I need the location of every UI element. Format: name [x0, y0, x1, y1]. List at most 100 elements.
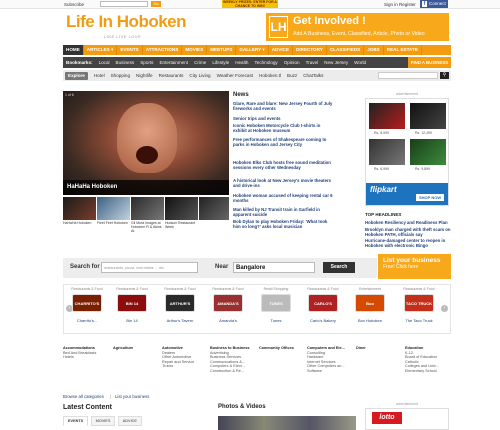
subcategory-link[interactable]: Software	[307, 369, 347, 374]
get-involved-banner[interactable]: LH Get Involved ! Add A Business, Event,…	[266, 13, 449, 41]
slide-thumb[interactable]	[199, 197, 229, 220]
sign-in-link[interactable]: Sign in	[384, 2, 398, 7]
ad-product-image[interactable]	[369, 103, 405, 129]
news-link[interactable]: Iconic Hoboken Motorcycle Club t-shirts …	[233, 123, 333, 133]
search-input[interactable]: restaurants, pizza, real estate ... etc	[101, 262, 198, 273]
list-your-business-banner[interactable]: List your business Free! Click here	[378, 254, 451, 279]
explore-search-input[interactable]	[378, 72, 438, 79]
nav-real-estate[interactable]: REAL ESTATE	[384, 45, 422, 55]
bookmark-business[interactable]: Business	[113, 60, 138, 65]
listing-logo[interactable]: TACO TRUCK	[404, 294, 434, 312]
listing-logo[interactable]: ARTHUR'S	[165, 294, 195, 312]
site-logo[interactable]: Life In Hoboken	[66, 13, 187, 31]
bookmark-crime[interactable]: Crime	[191, 60, 209, 65]
nav-articles[interactable]: ARTICLES ▾	[84, 45, 118, 55]
search-icon[interactable]: ⚲	[440, 72, 449, 79]
subscribe-go-button[interactable]: Go	[151, 1, 161, 7]
headline-link[interactable]: Hurricane-damaged center to reopen in Ho…	[365, 238, 453, 248]
news-link[interactable]: Bob Dylan to play Hoboken Friday: 'What …	[233, 219, 333, 229]
facebook-connect-button[interactable]: f Connect	[420, 0, 448, 8]
headline-link[interactable]: Hoboken Resiliency and Readiness Plan	[365, 220, 453, 225]
explore-weather[interactable]: Weather Forecast	[214, 73, 256, 78]
category-title-link[interactable]: Community Offices	[259, 346, 299, 351]
news-link[interactable]: Free performances of Shakespeare coming …	[233, 137, 333, 147]
listing-logo[interactable]: AMANDA'S	[213, 294, 243, 312]
nav-events[interactable]: EVENTS	[117, 45, 143, 55]
headline-link[interactable]: Brooklyn man charged with theft scam on …	[365, 227, 453, 237]
tab-advice[interactable]: ADVICE	[117, 416, 142, 426]
slide-thumb[interactable]	[63, 197, 96, 220]
listing-logo[interactable]: CARLO'S	[308, 294, 338, 312]
explore-chattalks[interactable]: ChatTalks	[300, 73, 326, 78]
ad-product-image[interactable]	[410, 139, 446, 165]
near-location-input[interactable]: Bangalore	[233, 262, 315, 273]
bookmark-health[interactable]: Health	[232, 60, 251, 65]
nav-movies[interactable]: MOVIES	[182, 45, 208, 55]
subscribe-email-input[interactable]	[100, 1, 148, 7]
promo-banner[interactable]: WEEKLY PRIZES: ENTER FOR A CHANCE TO WIN…	[222, 0, 278, 8]
find-a-business-button[interactable]: FIND A BUSINESS	[407, 57, 451, 68]
category-title-link[interactable]: Computers and Ele...	[307, 346, 347, 351]
explore-buzz[interactable]: Buzz	[284, 73, 300, 78]
nav-advice[interactable]: ADVICE	[269, 45, 294, 55]
bookmark-new-jersey[interactable]: New Jersey	[321, 60, 351, 65]
slide-thumb[interactable]	[165, 197, 198, 220]
bookmark-opinion[interactable]: Opinion	[281, 60, 303, 65]
listing-name-link[interactable]: The Taco Truck	[397, 318, 441, 323]
slide-thumb[interactable]	[131, 197, 164, 220]
subcategory-link[interactable]: Construction & Re...	[210, 369, 250, 374]
search-button[interactable]: Search	[323, 262, 355, 273]
listing-name-link[interactable]: Amanda's	[206, 318, 250, 323]
listing-name-link[interactable]: Carlo's Bakery	[301, 318, 345, 323]
flipkart-ad[interactable]: Rs. 8,599 Rs. 12,499 Rs. 6,999 Rs. 9,899…	[365, 98, 449, 206]
news-link[interactable]: A historical look at New Jersey's movie …	[233, 178, 333, 188]
nav-gallery[interactable]: GALLERY ▾	[236, 45, 269, 55]
slide-thumb[interactable]	[97, 197, 130, 220]
bookmark-lifestyle[interactable]: Lifestyle	[209, 60, 232, 65]
bookmark-sports[interactable]: Sports	[137, 60, 156, 65]
bookmark-world[interactable]: World	[351, 60, 369, 65]
explore-shopping[interactable]: Shopping	[108, 73, 133, 78]
nav-directory[interactable]: DIRECTORY	[293, 45, 327, 55]
tab-movies[interactable]: MOVIES	[90, 416, 116, 426]
nav-attractions[interactable]: ATTRACTIONS	[143, 45, 183, 55]
news-link[interactable]: Hoboken woman accused of keeping rental …	[233, 193, 333, 203]
listing-name-link[interactable]: Arthur's Tavern	[158, 318, 202, 323]
bookmark-entertainment[interactable]: Entertainment	[156, 60, 191, 65]
subcategory-link[interactable]: Hotels	[63, 355, 103, 360]
ad-product-image[interactable]	[369, 139, 405, 165]
nav-meetups[interactable]: MEETUPS	[207, 45, 237, 55]
register-link[interactable]: Register	[399, 2, 416, 7]
subcategory-link[interactable]: Trucks	[162, 364, 202, 369]
listing-logo[interactable]: Boo	[355, 294, 385, 312]
lotto-ad[interactable]: lotto	[365, 408, 449, 430]
explore-hotel[interactable]: Hotel	[91, 73, 108, 78]
nav-jobs[interactable]: JOBS	[364, 45, 384, 55]
bookmark-travel[interactable]: Travel	[303, 60, 322, 65]
explore-nightlife[interactable]: Nightlife	[133, 73, 156, 78]
listing-name-link[interactable]: Charrito's...	[65, 318, 109, 323]
listing-name-link[interactable]: Tunes	[254, 318, 298, 323]
shop-now-button[interactable]: SHOP NOW	[416, 194, 445, 201]
explore-restaurants[interactable]: Restaurants	[156, 73, 187, 78]
photos-strip[interactable]	[218, 416, 356, 430]
category-title-link[interactable]: Business to Business	[210, 346, 250, 351]
listing-name-link[interactable]: Box Hoboken	[348, 318, 392, 323]
news-link[interactable]: Senior trips and events	[233, 116, 333, 121]
subcategory-link[interactable]: Elementary School	[405, 369, 445, 374]
flipkart-logo[interactable]: flipkart SHOP NOW	[366, 183, 448, 205]
bookmark-local[interactable]: Local	[96, 60, 113, 65]
hero-caption[interactable]: HaHaHa Hoboken	[63, 180, 229, 195]
listing-logo[interactable]: CHARRITO'S	[72, 294, 102, 312]
nav-classifieds[interactable]: CLASSIFIEDS	[327, 45, 365, 55]
bookmark-technology[interactable]: Technology	[251, 60, 280, 65]
explore-hoboken-tl[interactable]: Hoboken.tl	[256, 73, 284, 78]
listing-logo[interactable]: BIN 14	[117, 294, 147, 312]
news-link[interactable]: Glare, Rare and blare: New Jersey Fourth…	[233, 101, 333, 111]
nav-home[interactable]: HOME	[63, 45, 84, 55]
news-link[interactable]: Man killed by NJ Transit train in Garfie…	[233, 207, 333, 217]
tab-events[interactable]: EVENTS	[63, 416, 89, 426]
list-your-business-link[interactable]: List your business	[115, 394, 149, 399]
listing-name-link[interactable]: Bin 14	[110, 318, 154, 323]
news-link[interactable]: Hoboken Elks Club hosts free sound medit…	[233, 160, 333, 170]
